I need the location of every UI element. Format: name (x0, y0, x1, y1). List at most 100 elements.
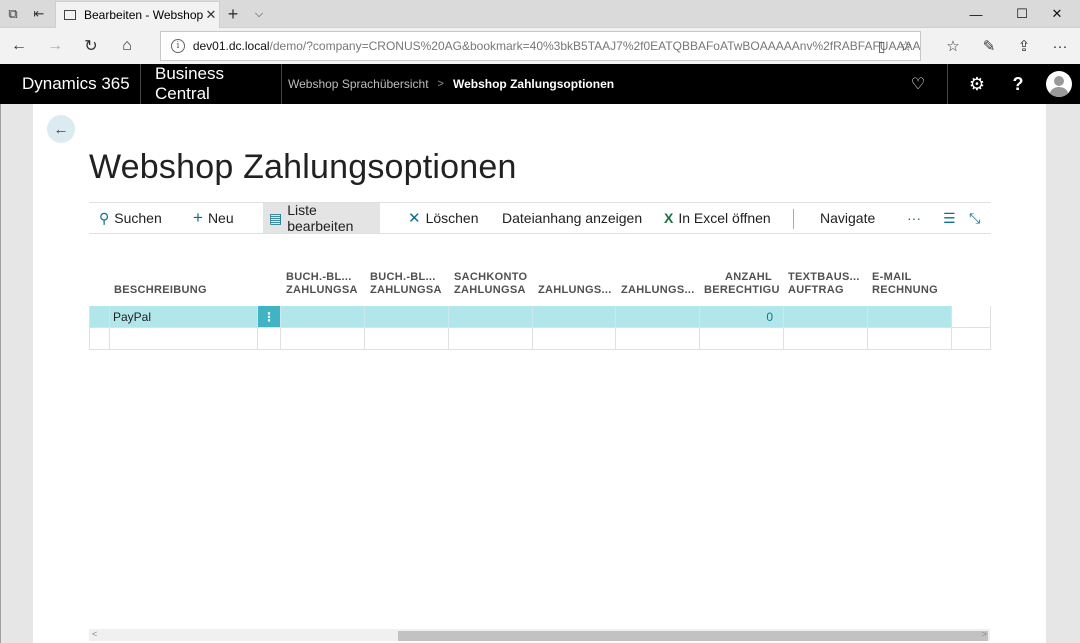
edit-list-label: Liste bearbeiten (287, 202, 354, 234)
excel-icon: X (664, 210, 674, 226)
address-bar: ← → ↻ ⌂ i dev01.dc.local /demo/?company=… (0, 28, 1080, 64)
edit-list-button[interactable]: ▤ Liste bearbeiten (263, 202, 380, 234)
collapse-icon[interactable]: ⤡ (963, 203, 986, 233)
help-icon[interactable]: ? (998, 64, 1038, 104)
product-name[interactable]: Dynamics 365 (0, 64, 141, 104)
frame-edge (0, 104, 1, 643)
back-arrow-icon[interactable]: ← (47, 115, 75, 143)
delete-label: Löschen (425, 210, 479, 226)
url-field[interactable]: i dev01.dc.local /demo/?company=CRONUS%2… (160, 31, 921, 61)
list-view-icon[interactable]: ☰ (937, 203, 962, 233)
chevron-down-icon[interactable]: ⌵ (250, 5, 268, 23)
more-icon[interactable]: ··· (1050, 36, 1070, 56)
search-label: Suchen (114, 210, 162, 226)
cell-col2[interactable] (365, 328, 449, 350)
header-col8[interactable]: E-MAIL RECHNUNG (872, 271, 938, 297)
cell-col2[interactable] (365, 306, 449, 328)
cell-anzahl[interactable] (700, 328, 784, 350)
row-selector[interactable] (89, 306, 110, 328)
pen-icon[interactable]: ✎ (979, 36, 999, 56)
cell-beschreibung[interactable] (110, 328, 258, 350)
header-col1[interactable]: BUCH.-BL... ZAHLUNGSA (286, 271, 358, 297)
tab-aside-icon[interactable]: ⇤ (30, 5, 48, 23)
breadcrumb-parent[interactable]: Webshop Sprachübersicht (288, 77, 429, 91)
cell-menu[interactable] (258, 328, 281, 350)
cell-col1[interactable] (281, 306, 365, 328)
scroll-right-icon[interactable]: > (982, 629, 987, 639)
url-host: dev01.dc.local (192, 39, 270, 53)
new-label: Neu (207, 210, 234, 226)
header-col8-line1: E-MAIL (872, 271, 912, 283)
cell-col8[interactable] (868, 306, 952, 328)
edit-list-icon: ▤ (269, 209, 283, 226)
header-col4[interactable]: ZAHLUNGS... (538, 284, 612, 297)
open-in-excel-button[interactable]: X In Excel öffnen (658, 203, 777, 233)
share-icon[interactable]: ⇪ (1014, 36, 1034, 56)
forward-icon[interactable]: → (43, 35, 67, 57)
lightbulb-icon[interactable]: ♡ (898, 64, 938, 104)
header-col3-line2: ZAHLUNGSA (454, 284, 526, 296)
home-icon[interactable]: ⌂ (115, 35, 139, 57)
cell-col8[interactable] (868, 328, 952, 350)
back-icon[interactable]: ← (7, 35, 31, 57)
action-bar: ⚲ Suchen + Neu ▤ Liste bearbeiten ✕ Löschen … (89, 202, 991, 234)
browser-tab[interactable]: Bearbeiten - Webshop Z ✕ (55, 1, 220, 28)
new-button[interactable]: + Neu (187, 203, 240, 233)
delete-button[interactable]: ✕ Löschen (402, 203, 485, 233)
cell-anzahl[interactable]: 0 (700, 306, 784, 328)
table-row[interactable] (89, 328, 991, 350)
cell-col7[interactable] (784, 306, 868, 328)
cell-col3[interactable] (449, 328, 533, 350)
page-title: Webshop Zahlungsoptionen (89, 148, 517, 186)
avatar[interactable] (1046, 71, 1072, 97)
scrollbar-thumb[interactable] (398, 631, 988, 641)
header-col2[interactable]: BUCH.-BL... ZAHLUNGSA (370, 271, 442, 297)
favorites-list-icon[interactable]: ☆ (943, 36, 963, 56)
refresh-icon[interactable]: ↻ (79, 35, 103, 57)
cell-beschreibung[interactable]: PayPal (110, 306, 258, 328)
cell-col3[interactable] (449, 306, 533, 328)
table-row[interactable]: PayPal ⋮ 0 (89, 306, 991, 328)
cell-col9[interactable] (952, 306, 991, 328)
cell-col4[interactable] (533, 306, 616, 328)
show-attachment-button[interactable]: Dateianhang anzeigen (496, 203, 648, 233)
close-window-button[interactable]: ✕ (1034, 0, 1080, 28)
header-col7-line2: AUFTRAG (788, 284, 844, 296)
site-info-icon[interactable]: i (171, 39, 185, 53)
header-col3[interactable]: SACHKONTO ZAHLUNGSA (454, 271, 527, 297)
row-menu-icon[interactable]: ⋮ (258, 306, 281, 328)
close-tab-icon[interactable]: ✕ (203, 7, 219, 23)
header-beschreibung[interactable]: BESCHREIBUNG (114, 284, 207, 297)
header-col6[interactable]: ANZAHL BERECHTIGU (704, 271, 780, 297)
cell-col5[interactable] (616, 328, 700, 350)
navigate-button[interactable]: Navigate (814, 203, 881, 233)
app-name[interactable]: Business Central (141, 64, 282, 104)
reading-view-icon[interactable]: ▯ (878, 38, 886, 55)
scroll-left-icon[interactable]: < (92, 629, 97, 639)
cell-col7[interactable] (784, 328, 868, 350)
new-tab-icon[interactable]: + (224, 4, 242, 24)
cell-col9[interactable] (952, 328, 991, 350)
search-icon: ⚲ (99, 209, 110, 226)
search-button[interactable]: ⚲ Suchen (93, 203, 168, 233)
header-col2-line1: BUCH.-BL... (370, 271, 436, 283)
minimize-button[interactable]: — (953, 0, 999, 28)
tab-list-icon[interactable]: ⧉ (4, 5, 22, 23)
horizontal-scrollbar[interactable]: < > (89, 629, 990, 641)
delete-icon: ✕ (408, 210, 421, 227)
favorite-star-icon[interactable]: ☆ (899, 38, 912, 55)
more-actions-button[interactable]: ··· (901, 203, 927, 233)
header-col3-line1: SACHKONTO (454, 271, 528, 283)
header-col5[interactable]: ZAHLUNGS... (621, 284, 695, 297)
cell-col1[interactable] (281, 328, 365, 350)
header-col7-line1: TEXTBAUS... (788, 271, 860, 283)
navigate-label: Navigate (820, 210, 876, 226)
cell-col5[interactable] (616, 306, 700, 328)
header-col7[interactable]: TEXTBAUS... AUFTRAG (788, 271, 860, 297)
gear-icon[interactable]: ⚙ (957, 64, 997, 104)
more-actions-label: ··· (907, 210, 921, 226)
header-col1-line1: BUCH.-BL... (286, 271, 352, 283)
cell-col4[interactable] (533, 328, 616, 350)
header-col6-line2: BERECHTIGU (704, 284, 780, 296)
row-selector[interactable] (89, 328, 110, 350)
